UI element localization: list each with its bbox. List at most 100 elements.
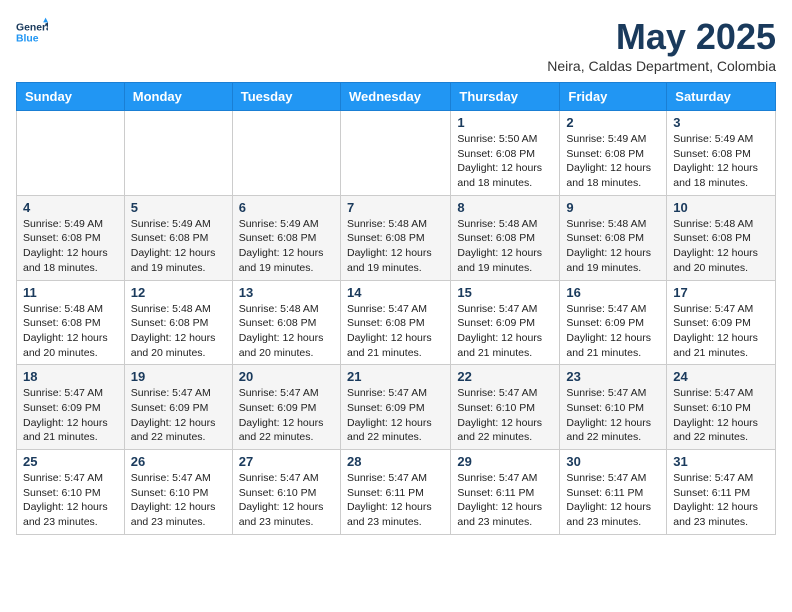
calendar-cell: 31Sunrise: 5:47 AM Sunset: 6:11 PM Dayli… [667,450,776,535]
calendar-week-4: 18 Sunrise: 5:47 AM Sunset: 6:09 PM Dayli… [17,365,776,450]
day-number: 2 [566,115,660,130]
calendar-cell: 28 Sunrise: 5:47 AM Sunset: 6:11 PM Dayli… [340,450,450,535]
day-number: 19 [131,369,226,384]
day-number: 24 [673,369,769,384]
day-info: Sunrise: 5:47 AM Sunset: 6:09 PM Dayligh… [131,386,226,445]
day-info: Sunrise: 5:47 AM Sunset: 6:09 PM Dayligh… [23,386,118,445]
calendar-cell: 11 Sunrise: 5:48 AM Sunset: 6:08 PM Dayli… [17,280,125,365]
calendar-cell: 12 Sunrise: 5:48 AM Sunset: 6:08 PM Dayli… [124,280,232,365]
calendar-cell [340,111,450,196]
day-info: Sunrise: 5:47 AM Sunset: 6:10 PM Dayligh… [457,386,553,445]
day-number: 3 [673,115,769,130]
calendar-cell: 4 Sunrise: 5:49 AM Sunset: 6:08 PM Daylig… [17,195,125,280]
day-number: 26 [131,454,226,469]
day-number: 31 [673,454,769,469]
day-number: 9 [566,200,660,215]
day-number: 18 [23,369,118,384]
day-info: Sunrise: 5:47 AM Sunset: 6:10 PM Dayligh… [23,471,118,530]
day-info: Sunrise: 5:48 AM Sunset: 6:08 PM Dayligh… [566,217,660,276]
calendar-cell: 10 Sunrise: 5:48 AM Sunset: 6:08 PM Dayli… [667,195,776,280]
calendar-week-3: 11 Sunrise: 5:48 AM Sunset: 6:08 PM Dayli… [17,280,776,365]
weekday-header-row: SundayMondayTuesdayWednesdayThursdayFrid… [17,83,776,111]
day-info: Sunrise: 5:49 AM Sunset: 6:08 PM Dayligh… [239,217,334,276]
day-info: Sunrise: 5:48 AM Sunset: 6:08 PM Dayligh… [347,217,444,276]
weekday-header-thursday: Thursday [451,83,560,111]
day-info: Sunrise: 5:50 AM Sunset: 6:08 PM Dayligh… [457,132,553,191]
calendar-cell: 9 Sunrise: 5:48 AM Sunset: 6:08 PM Daylig… [560,195,667,280]
calendar-week-5: 25 Sunrise: 5:47 AM Sunset: 6:10 PM Dayli… [17,450,776,535]
svg-text:General: General [16,22,48,33]
day-info: Sunrise: 5:48 AM Sunset: 6:08 PM Dayligh… [457,217,553,276]
day-number: 29 [457,454,553,469]
day-info: Sunrise: 5:48 AM Sunset: 6:08 PM Dayligh… [131,302,226,361]
logo-icon: General Blue [16,16,48,48]
day-info: Sunrise: 5:47 AM Sunset: 6:10 PM Dayligh… [566,386,660,445]
calendar-cell: 14 Sunrise: 5:47 AM Sunset: 6:08 PM Dayli… [340,280,450,365]
calendar-cell: 20Sunrise: 5:47 AM Sunset: 6:09 PM Dayli… [232,365,340,450]
svg-text:Blue: Blue [16,34,39,45]
calendar-week-2: 4 Sunrise: 5:49 AM Sunset: 6:08 PM Daylig… [17,195,776,280]
title-block: May 2025 Neira, Caldas Department, Colom… [547,16,776,74]
calendar-cell: 8Sunrise: 5:48 AM Sunset: 6:08 PM Daylig… [451,195,560,280]
day-info: Sunrise: 5:47 AM Sunset: 6:11 PM Dayligh… [347,471,444,530]
day-info: Sunrise: 5:48 AM Sunset: 6:08 PM Dayligh… [23,302,118,361]
calendar-cell: 2 Sunrise: 5:49 AM Sunset: 6:08 PM Daylig… [560,111,667,196]
calendar-cell: 15Sunrise: 5:47 AM Sunset: 6:09 PM Dayli… [451,280,560,365]
day-info: Sunrise: 5:47 AM Sunset: 6:09 PM Dayligh… [673,302,769,361]
weekday-header-wednesday: Wednesday [340,83,450,111]
calendar-cell [17,111,125,196]
page-header: General Blue May 2025 Neira, Caldas Depa… [16,16,776,74]
day-number: 30 [566,454,660,469]
day-number: 11 [23,285,118,300]
calendar-table: SundayMondayTuesdayWednesdayThursdayFrid… [16,82,776,535]
day-info: Sunrise: 5:48 AM Sunset: 6:08 PM Dayligh… [673,217,769,276]
day-info: Sunrise: 5:47 AM Sunset: 6:10 PM Dayligh… [131,471,226,530]
day-number: 20 [239,369,334,384]
day-number: 27 [239,454,334,469]
calendar-cell: 23Sunrise: 5:47 AM Sunset: 6:10 PM Dayli… [560,365,667,450]
day-info: Sunrise: 5:49 AM Sunset: 6:08 PM Dayligh… [673,132,769,191]
day-number: 1 [457,115,553,130]
calendar-cell: 3 Sunrise: 5:49 AM Sunset: 6:08 PM Daylig… [667,111,776,196]
day-number: 6 [239,200,334,215]
day-number: 21 [347,369,444,384]
day-number: 5 [131,200,226,215]
calendar-week-1: 1 Sunrise: 5:50 AM Sunset: 6:08 PM Daylig… [17,111,776,196]
calendar-cell: 26 Sunrise: 5:47 AM Sunset: 6:10 PM Dayli… [124,450,232,535]
day-info: Sunrise: 5:47 AM Sunset: 6:10 PM Dayligh… [239,471,334,530]
day-info: Sunrise: 5:47 AM Sunset: 6:08 PM Dayligh… [347,302,444,361]
day-number: 7 [347,200,444,215]
calendar-cell: 16 Sunrise: 5:47 AM Sunset: 6:09 PM Dayli… [560,280,667,365]
day-number: 15 [457,285,553,300]
weekday-header-friday: Friday [560,83,667,111]
day-number: 22 [457,369,553,384]
day-info: Sunrise: 5:47 AM Sunset: 6:09 PM Dayligh… [566,302,660,361]
day-info: Sunrise: 5:49 AM Sunset: 6:08 PM Dayligh… [23,217,118,276]
weekday-header-monday: Monday [124,83,232,111]
day-number: 10 [673,200,769,215]
day-info: Sunrise: 5:47 AM Sunset: 6:11 PM Dayligh… [566,471,660,530]
weekday-header-sunday: Sunday [17,83,125,111]
calendar-cell: 7 Sunrise: 5:48 AM Sunset: 6:08 PM Daylig… [340,195,450,280]
day-info: Sunrise: 5:49 AM Sunset: 6:08 PM Dayligh… [566,132,660,191]
calendar-cell: 25 Sunrise: 5:47 AM Sunset: 6:10 PM Dayli… [17,450,125,535]
calendar-cell: 1 Sunrise: 5:50 AM Sunset: 6:08 PM Daylig… [451,111,560,196]
day-number: 12 [131,285,226,300]
day-number: 13 [239,285,334,300]
calendar-cell: 6 Sunrise: 5:49 AM Sunset: 6:08 PM Daylig… [232,195,340,280]
calendar-cell [124,111,232,196]
day-info: Sunrise: 5:48 AM Sunset: 6:08 PM Dayligh… [239,302,334,361]
day-number: 14 [347,285,444,300]
calendar-cell: 22 Sunrise: 5:47 AM Sunset: 6:10 PM Dayli… [451,365,560,450]
day-number: 4 [23,200,118,215]
calendar-cell: 19 Sunrise: 5:47 AM Sunset: 6:09 PM Dayli… [124,365,232,450]
day-info: Sunrise: 5:47 AM Sunset: 6:11 PM Dayligh… [457,471,553,530]
day-number: 25 [23,454,118,469]
weekday-header-tuesday: Tuesday [232,83,340,111]
day-info: Sunrise: 5:49 AM Sunset: 6:08 PM Dayligh… [131,217,226,276]
weekday-header-saturday: Saturday [667,83,776,111]
day-number: 28 [347,454,444,469]
calendar-cell [232,111,340,196]
logo: General Blue [16,16,48,48]
day-number: 16 [566,285,660,300]
